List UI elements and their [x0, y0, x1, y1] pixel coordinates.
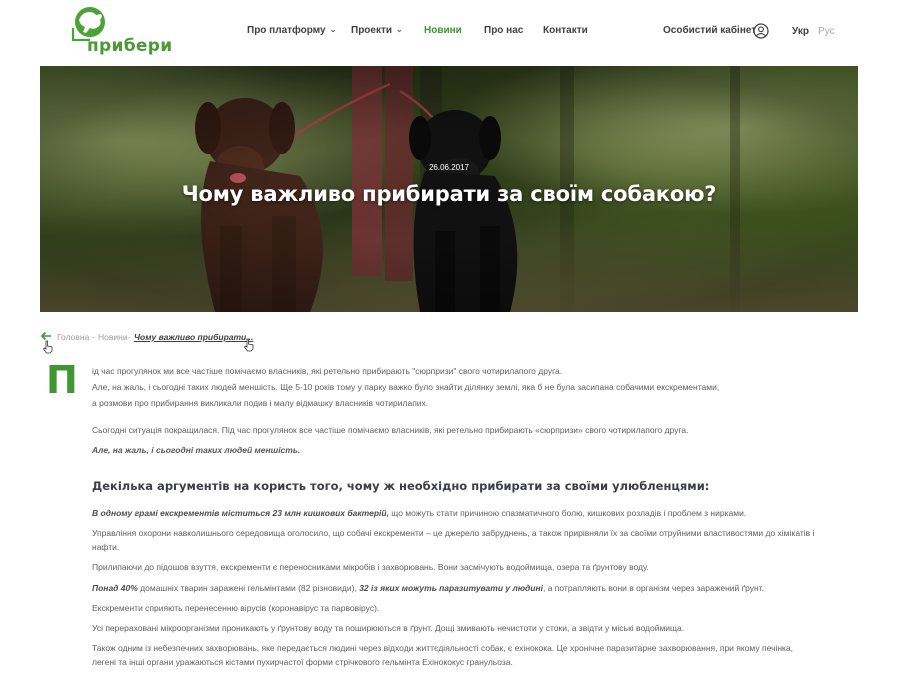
nav-item-contacts[interactable]: Контакти	[543, 25, 588, 36]
intro-line-3: а розмови про прибирання викликали подив…	[92, 398, 429, 408]
breadcrumb-current[interactable]: Чому важливо прибирати...	[134, 332, 253, 342]
hand-pointer-icon	[243, 338, 254, 352]
argument-4-text-1: домашніх тварин заражені гельмінтами (82…	[137, 583, 360, 593]
chevron-down-icon: ⌄	[329, 25, 337, 34]
argument-7-line-2: легені та інші органи уражаються кістами…	[92, 657, 513, 667]
argument-1-bold: В одному грамі екскрементів міститься 23…	[92, 508, 389, 518]
intro-line-1: ід час прогулянок ми все частіше помічає…	[92, 366, 563, 376]
argument-1-text: що можуть стати причиною спазматичного б…	[388, 508, 747, 518]
article-title: Чому важливо прибирати за своїм собакою?	[181, 182, 717, 206]
nav-item-about[interactable]: Про нас	[484, 25, 523, 36]
paragraph-2: Сьогодні ситуація покращилася. Під час п…	[92, 425, 689, 435]
section-heading: Декілька аргументів на користь того, чом…	[92, 479, 710, 493]
cabinet-link[interactable]: Особистий кабінет	[663, 25, 756, 36]
lang-ua-link[interactable]: Укр	[792, 26, 809, 37]
hero-banner: 26.06.2017 Чому важливо прибирати за сво…	[40, 66, 858, 312]
intro-line-2: Але, на жаль, і сьогодні таких людей мен…	[92, 382, 720, 392]
argument-4: Понад 40% домашніх тварин заражені гельм…	[92, 582, 764, 594]
argument-6: Усі перераховані мікроорганізми проникаю…	[92, 623, 685, 633]
argument-4-bold-1: Понад 40%	[92, 583, 138, 593]
chevron-down-icon: ⌄	[396, 25, 403, 34]
user-icon[interactable]	[753, 23, 769, 39]
argument-3: Прилипаючи до підошов взуття, екскремент…	[92, 562, 649, 572]
breadcrumb-news[interactable]: Новини	[98, 332, 128, 342]
article-date: 26.06.2017	[428, 163, 470, 172]
argument-5: Екскременти сприяють перенесенню вірусів…	[92, 603, 380, 613]
drop-cap: П	[46, 358, 78, 402]
breadcrumb-home[interactable]: Головна	[57, 332, 89, 342]
nav-label: Про нас	[484, 25, 524, 36]
breadcrumb-separator: -	[128, 332, 131, 342]
nav-item-news[interactable]: Новини	[424, 25, 462, 36]
nav-label: Проекти	[351, 25, 393, 36]
site-header: прибери Про платформу ⌄ Проекти ⌄ Новини П…	[0, 0, 900, 64]
argument-2-line-2: нафти.	[92, 542, 120, 552]
breadcrumb-separator: -	[92, 332, 95, 342]
argument-7-line-1: Також одним із небезпечних захворювань, …	[92, 643, 794, 653]
logo[interactable]: прибери	[70, 6, 173, 60]
nav-label: Про платформу	[247, 25, 326, 36]
nav-label: Контакти	[543, 25, 588, 36]
argument-2-line-1: Управління охорони навколишнього середов…	[92, 528, 815, 538]
paragraph-3: Але, на жаль, і сьогодні таких людей мен…	[92, 445, 301, 455]
argument-4-text-2: , а потрапляють вони в організм через за…	[542, 583, 765, 593]
lang-ru-link[interactable]: Рус	[818, 26, 835, 37]
hand-pointer-icon	[42, 340, 53, 354]
nav-label: Новини	[424, 25, 462, 36]
nav-item-projects[interactable]: Проекти ⌄	[351, 25, 403, 36]
argument-4-bold-2: 32 із яких можуть паразитувати у людині	[359, 583, 543, 593]
logo-text: прибери	[87, 36, 173, 56]
nav-item-platform[interactable]: Про платформу ⌄	[247, 25, 336, 36]
argument-1: В одному грамі екскрементів міститься 23…	[92, 507, 746, 519]
